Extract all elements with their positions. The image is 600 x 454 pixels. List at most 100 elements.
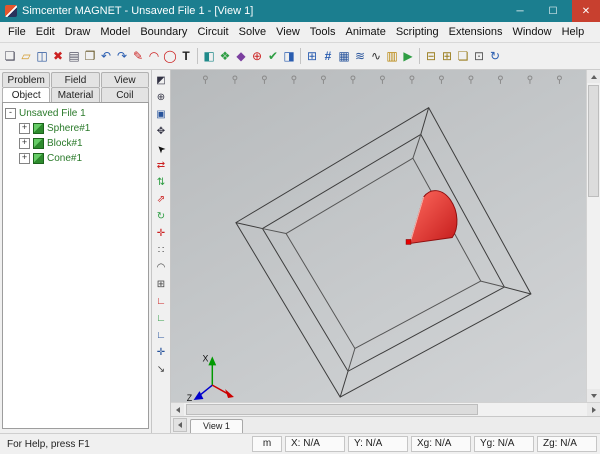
scroll-down-button[interactable]: [587, 389, 600, 402]
tree-item-sphere[interactable]: + Sphere#1: [19, 121, 146, 136]
model-canvas[interactable]: X Z: [171, 70, 586, 402]
move-y-icon[interactable]: ⇅: [154, 175, 169, 190]
zoom-extents-icon[interactable]: ⊡: [471, 46, 487, 66]
menu-file[interactable]: File: [3, 24, 31, 40]
menu-edit[interactable]: Edit: [31, 24, 60, 40]
rotate-icon[interactable]: ↻: [154, 209, 169, 224]
draw-line-icon[interactable]: ✎: [130, 46, 146, 66]
menu-scripting[interactable]: Scripting: [391, 24, 444, 40]
tile-horizontal-icon[interactable]: ⊟: [423, 46, 439, 66]
zoom-icon[interactable]: ⊕: [154, 90, 169, 105]
plane-zx-icon[interactable]: ∟: [154, 328, 169, 343]
open-icon[interactable]: ▱: [18, 46, 34, 66]
project-panel: Problem Field View Object Material Coil …: [0, 70, 152, 433]
make-component-icon[interactable]: ❖: [217, 46, 233, 66]
draw-circle-icon[interactable]: ◯: [162, 46, 178, 66]
shaded-field-icon[interactable]: ▦: [336, 46, 352, 66]
cascade-icon[interactable]: ❏: [455, 46, 471, 66]
status-help-text: For Help, press F1: [3, 439, 249, 450]
draw-arc-icon[interactable]: ◠: [146, 46, 162, 66]
model-wireframe-box[interactable]: [236, 108, 531, 397]
menu-extensions[interactable]: Extensions: [444, 24, 508, 40]
scroll-right-button[interactable]: [587, 403, 600, 416]
scroll-left-button[interactable]: [171, 403, 184, 416]
redo-icon[interactable]: ↷: [114, 46, 130, 66]
vertical-scrollbar[interactable]: [586, 70, 600, 402]
close-button[interactable]: ✕: [572, 0, 600, 22]
menu-help[interactable]: Help: [557, 24, 590, 40]
save-icon[interactable]: ◫: [34, 46, 50, 66]
tab-object[interactable]: Object: [2, 87, 50, 102]
check-model-icon[interactable]: ✔: [265, 46, 281, 66]
menu-animate[interactable]: Animate: [340, 24, 390, 40]
plane-yz-icon[interactable]: ∟: [154, 311, 169, 326]
move-x-icon[interactable]: ⇄: [154, 158, 169, 173]
zoom-window-icon[interactable]: ▣: [154, 107, 169, 122]
snap-grid-icon[interactable]: ⊞: [154, 277, 169, 292]
menu-model[interactable]: Model: [95, 24, 135, 40]
assign-material-icon[interactable]: ◆: [233, 46, 249, 66]
view-tab-scroll-left[interactable]: [173, 418, 187, 432]
vertical-scroll-track[interactable]: [587, 83, 600, 389]
minimize-button[interactable]: ─: [506, 0, 534, 22]
tile-vertical-icon[interactable]: ⊞: [439, 46, 455, 66]
text-tool-icon[interactable]: T: [178, 46, 194, 66]
tree-item-block[interactable]: + Block#1: [19, 136, 146, 151]
assign-magnet-icon[interactable]: ◨: [281, 46, 297, 66]
maximize-button[interactable]: ☐: [539, 0, 567, 22]
menu-view[interactable]: View: [271, 24, 305, 40]
ruler-ticks: [203, 76, 561, 84]
scroll-up-button[interactable]: [587, 70, 600, 83]
select-cursor-icon[interactable]: ➤: [150, 138, 171, 159]
print-icon[interactable]: ▤: [66, 46, 82, 66]
tree-item-cone[interactable]: + Cone#1: [19, 151, 146, 166]
horizontal-scroll-thumb[interactable]: [186, 404, 478, 415]
tree-root[interactable]: - Unsaved File 1: [5, 106, 146, 121]
mesh-icon[interactable]: ⊞: [304, 46, 320, 66]
draw-area[interactable]: X Z: [171, 70, 586, 402]
menu-tools[interactable]: Tools: [305, 24, 341, 40]
viewport[interactable]: X Z: [171, 70, 600, 402]
horizontal-scrollbar[interactable]: [171, 402, 600, 416]
model-cone[interactable]: [406, 191, 457, 245]
plane-xy-icon[interactable]: ∟: [154, 294, 169, 309]
delete-icon[interactable]: ✖: [50, 46, 66, 66]
measure-icon[interactable]: ↘: [154, 362, 169, 377]
undo-icon[interactable]: ↶: [98, 46, 114, 66]
chart-icon[interactable]: ▥: [384, 46, 400, 66]
menu-solve[interactable]: Solve: [234, 24, 272, 40]
origin-icon[interactable]: ✛: [154, 345, 169, 360]
view-tab[interactable]: View 1: [190, 419, 243, 433]
tab-material[interactable]: Material: [51, 87, 99, 102]
snap-points-icon[interactable]: ∷: [154, 243, 169, 258]
expand-icon[interactable]: +: [19, 153, 30, 164]
snap-arc-icon[interactable]: ◠: [154, 260, 169, 275]
tab-field[interactable]: Field: [51, 72, 99, 87]
make-box-icon[interactable]: ◧: [201, 46, 217, 66]
expand-icon[interactable]: +: [19, 138, 30, 149]
tree-root-label: Unsaved File 1: [19, 108, 86, 119]
paste-icon[interactable]: ❐: [82, 46, 98, 66]
vertical-scroll-thumb[interactable]: [588, 85, 599, 197]
menu-draw[interactable]: Draw: [60, 24, 96, 40]
new-file-icon[interactable]: ❏: [2, 46, 18, 66]
grid-icon[interactable]: #: [320, 46, 336, 66]
tab-view[interactable]: View: [101, 72, 149, 87]
solve-icon[interactable]: ⊕: [249, 46, 265, 66]
menu-boundary[interactable]: Boundary: [135, 24, 192, 40]
collapse-icon[interactable]: -: [5, 108, 16, 119]
horizontal-scroll-track[interactable]: [184, 403, 587, 416]
menu-circuit[interactable]: Circuit: [192, 24, 233, 40]
expand-icon[interactable]: +: [19, 123, 30, 134]
field-lines-icon[interactable]: ≋: [352, 46, 368, 66]
tab-problem[interactable]: Problem: [2, 72, 50, 87]
selection-handle[interactable]: [406, 239, 411, 244]
tab-coil[interactable]: Coil: [101, 87, 149, 102]
move-plane-icon[interactable]: ⇗: [154, 192, 169, 207]
refresh-icon[interactable]: ↻: [487, 46, 503, 66]
constrain-icon[interactable]: ✛: [154, 226, 169, 241]
dynamic-rotate-icon[interactable]: ◩: [154, 73, 169, 88]
animate-icon[interactable]: ▶: [400, 46, 416, 66]
probe-icon[interactable]: ∿: [368, 46, 384, 66]
menu-window[interactable]: Window: [507, 24, 556, 40]
